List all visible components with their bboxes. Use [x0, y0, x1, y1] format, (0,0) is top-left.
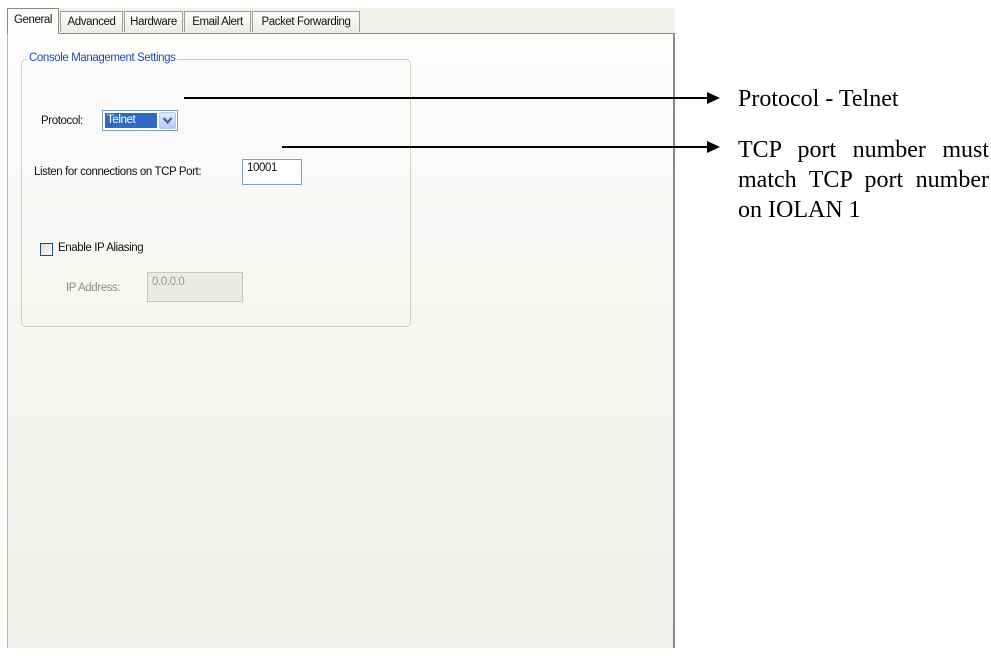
port-arrow-head [707, 141, 720, 153]
port-annotation: TCP port number must match TCP port numb… [738, 137, 989, 223]
protocol-arrow-head [707, 92, 720, 104]
protocol-annotation: Protocol - Telnet [738, 86, 899, 112]
tab-general[interactable]: General [7, 8, 59, 34]
